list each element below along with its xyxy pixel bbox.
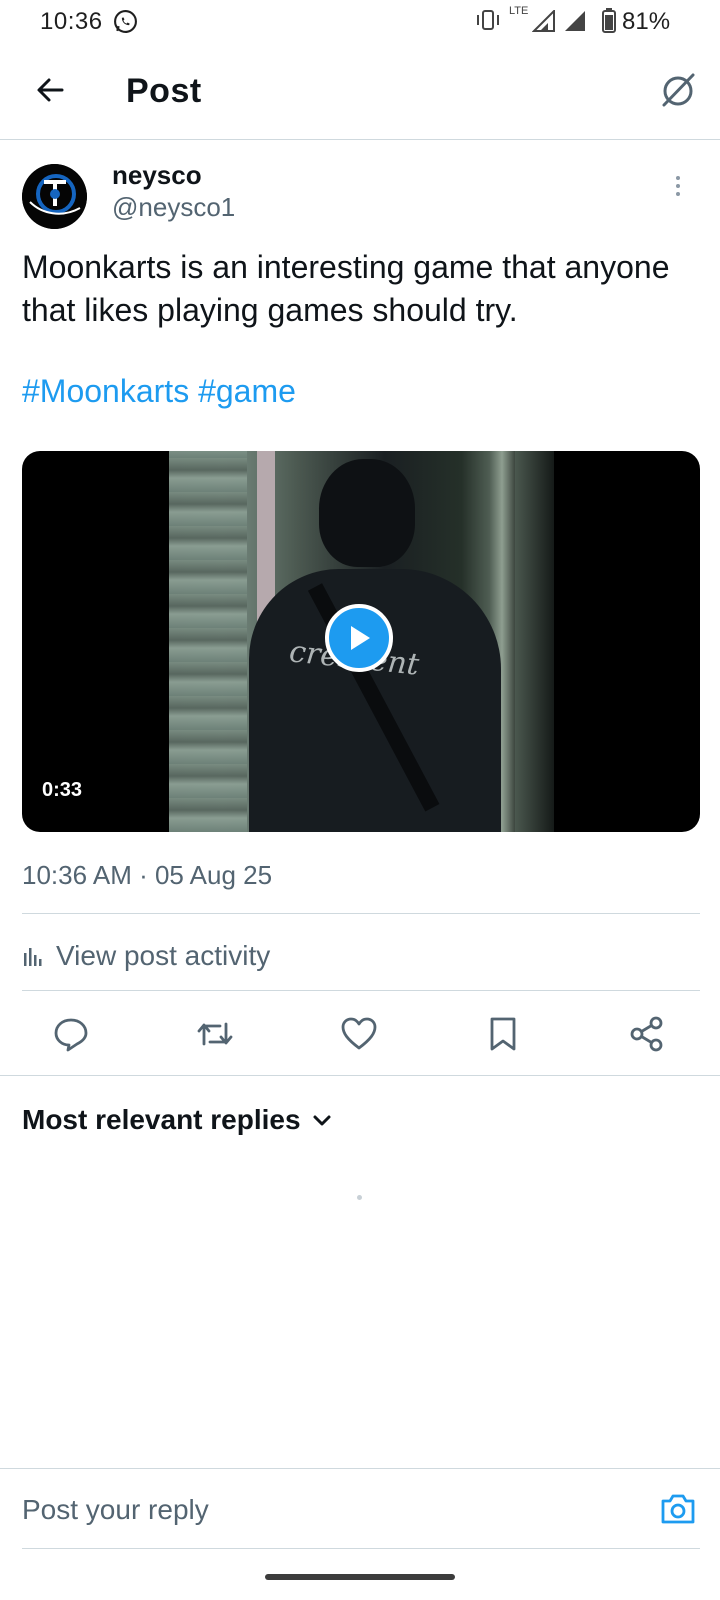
divider <box>22 913 700 914</box>
more-options-button[interactable] <box>666 172 690 212</box>
video-player[interactable]: crescent 0:33 <box>22 451 700 832</box>
network-type-label: LTE <box>509 5 529 17</box>
divider <box>22 1548 700 1549</box>
hashtags: #Moonkarts #game <box>22 373 296 410</box>
post-actions-bar <box>0 1010 720 1060</box>
comment-icon <box>54 1018 88 1052</box>
share-button[interactable] <box>623 1010 671 1058</box>
display-name[interactable]: neysco <box>112 160 202 191</box>
page-title: Post <box>126 72 202 110</box>
user-handle[interactable]: @neysco1 <box>112 192 235 223</box>
share-icon <box>630 1016 663 1052</box>
play-button[interactable] <box>325 604 393 672</box>
divider <box>22 990 700 991</box>
analytics-icon <box>24 948 42 966</box>
more-dot <box>676 184 680 188</box>
hashtag-moonkarts[interactable]: #Moonkarts <box>22 373 189 409</box>
reply-input[interactable] <box>22 1487 622 1533</box>
heart-icon <box>341 1017 377 1050</box>
camera-icon <box>661 1494 695 1524</box>
bookmark-icon <box>490 1017 516 1051</box>
dominate-tech-logo <box>22 164 87 229</box>
more-dot <box>676 192 680 196</box>
post-text: Moonkarts is an interesting game that an… <box>22 249 670 328</box>
status-bar: 10:36 LTE 81% <box>0 0 720 44</box>
more-dot <box>676 176 680 180</box>
replies-sort-label: Most relevant replies <box>22 1104 301 1135</box>
arrow-left-icon <box>37 78 64 102</box>
top-app-bar: Post <box>0 44 720 140</box>
grok-button[interactable] <box>656 68 700 112</box>
whatsapp-icon <box>114 10 137 33</box>
replies-sort-dropdown[interactable]: Most relevant replies <box>22 1100 333 1140</box>
battery-percentage: 81% <box>622 8 671 35</box>
bookmark-button[interactable] <box>479 1010 527 1058</box>
signal-icon <box>565 11 585 31</box>
like-button[interactable] <box>335 1010 383 1058</box>
reply-composer <box>0 1468 720 1550</box>
vibrate-icon <box>477 10 499 30</box>
post-timestamp: 10:36 AM · 05 Aug 25 <box>22 860 273 890</box>
video-duration: 0:33 <box>32 775 93 806</box>
grok-icon <box>662 73 695 107</box>
repost-button[interactable] <box>191 1010 239 1058</box>
chevron-down-icon <box>313 1115 331 1126</box>
video-wall <box>169 451 247 832</box>
add-media-button[interactable] <box>656 1487 700 1531</box>
signal-icon <box>532 10 555 32</box>
play-icon <box>351 626 370 650</box>
view-post-activity-label: View post activity <box>56 940 271 971</box>
loading-indicator <box>357 1195 362 1200</box>
divider <box>0 1075 720 1076</box>
video-person-head <box>319 459 415 567</box>
hashtag-game[interactable]: #game <box>198 373 296 409</box>
avatar[interactable] <box>22 164 87 229</box>
home-indicator[interactable] <box>265 1574 455 1580</box>
back-button[interactable] <box>28 68 72 112</box>
status-time: 10:36 <box>40 8 103 35</box>
reply-button[interactable] <box>47 1010 95 1058</box>
repost-icon <box>197 1022 233 1046</box>
view-post-activity-button[interactable]: View post activity <box>22 936 270 976</box>
battery-icon <box>602 8 616 33</box>
